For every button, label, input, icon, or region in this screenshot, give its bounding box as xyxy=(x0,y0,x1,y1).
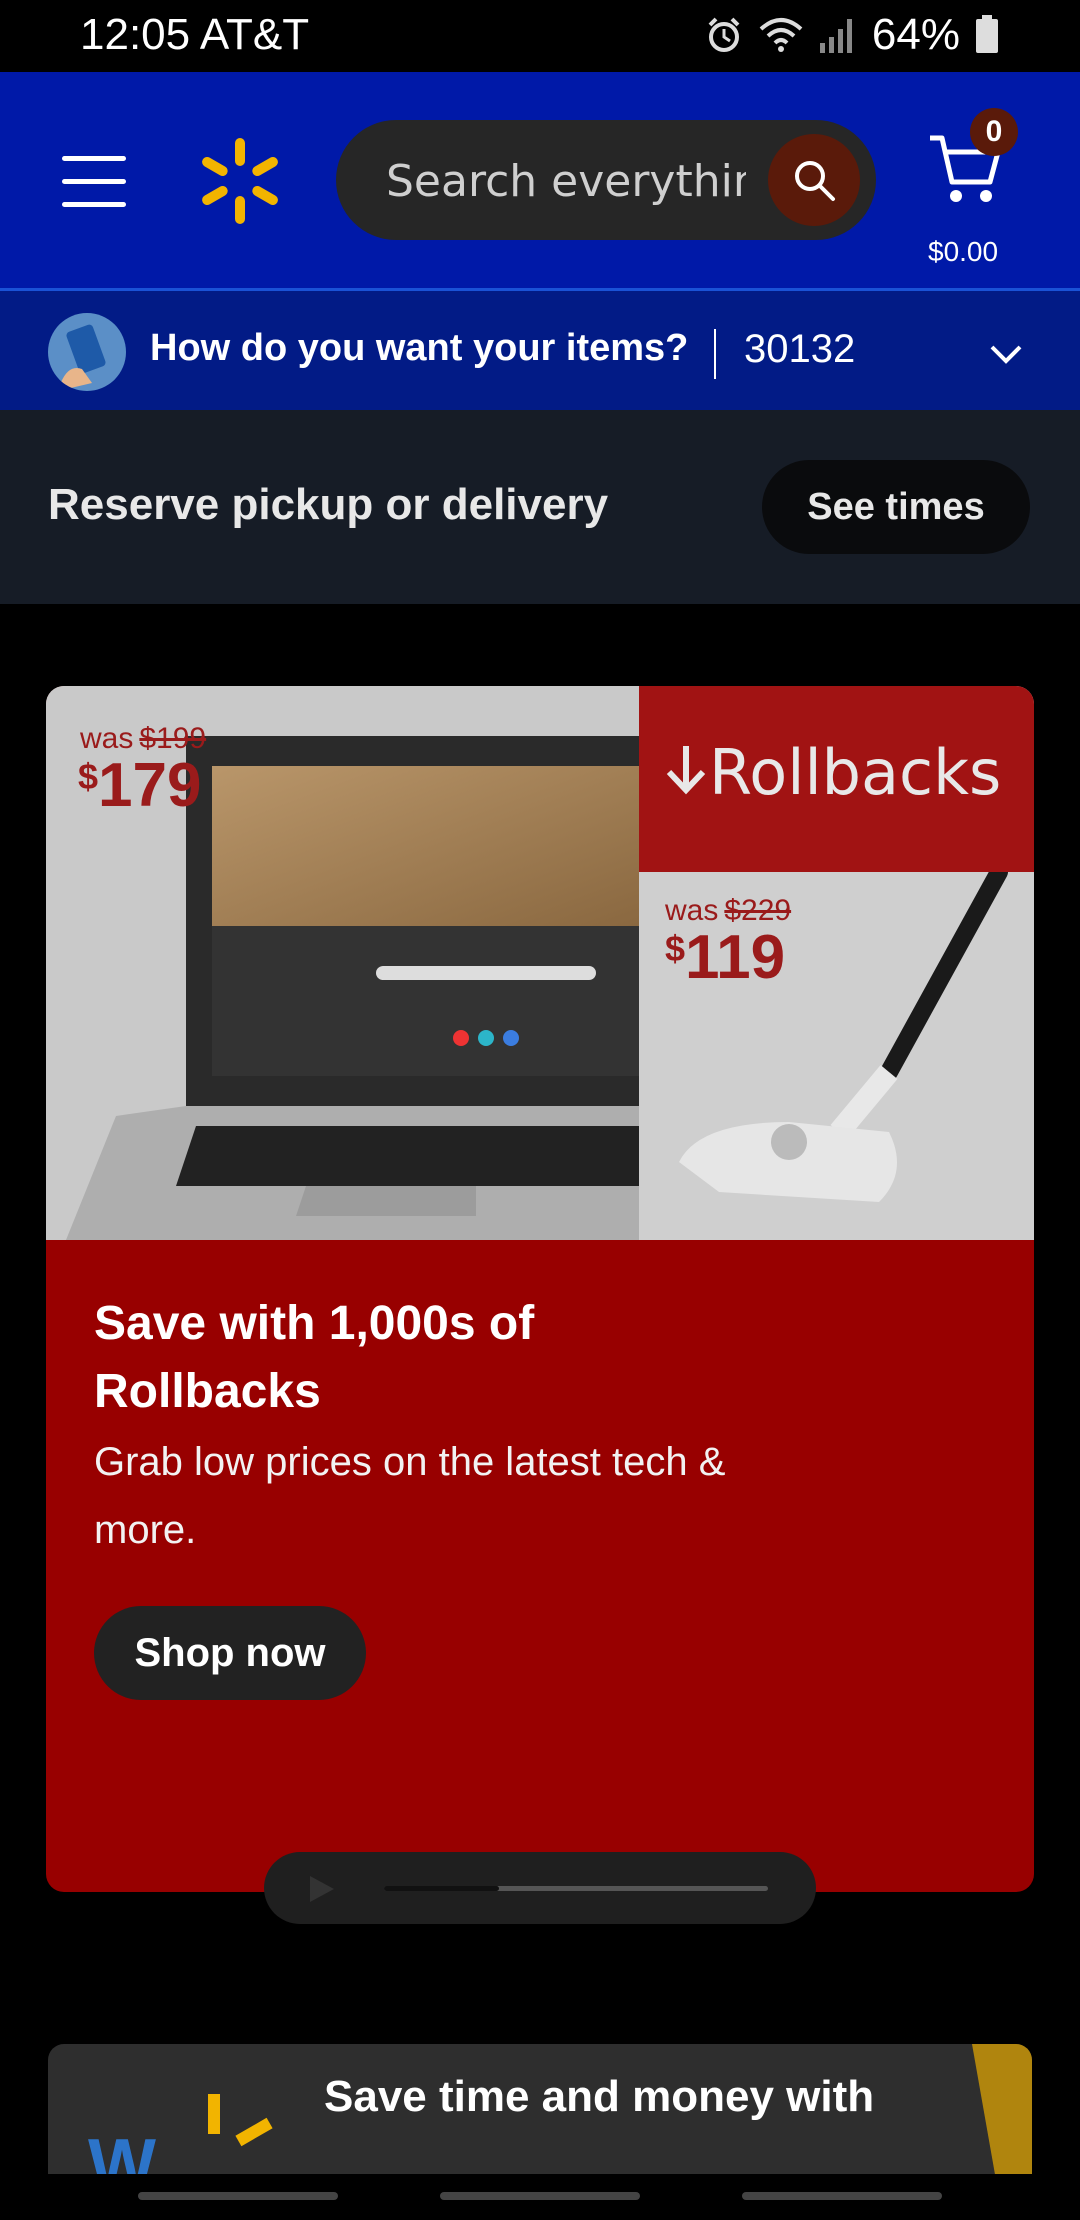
laptop-panel: was $199 $179 xyxy=(46,686,639,1240)
reserve-section: Reserve pickup or delivery See times xyxy=(0,410,1080,604)
signal-icon xyxy=(819,19,852,53)
nav-gesture-bar xyxy=(0,2174,1080,2220)
search-bar xyxy=(336,120,876,242)
laptop-price: $179 xyxy=(78,751,202,820)
cart-count-badge: 0 xyxy=(970,108,1018,156)
search-input[interactable] xyxy=(384,120,748,242)
promo-subtitle: Grab low prices on the latest tech & mor… xyxy=(94,1440,726,1552)
carousel-progress[interactable] xyxy=(384,1886,768,1891)
wifi-icon xyxy=(759,18,803,52)
fulfillment-phone-icon xyxy=(48,313,126,391)
see-times-button[interactable]: See times xyxy=(762,460,1030,554)
down-arrow-icon xyxy=(666,746,706,795)
promo-title: Save with 1,000s of Rollbacks xyxy=(94,1297,535,1418)
carousel-control xyxy=(264,1852,816,1924)
rollbacks-promo-card[interactable]: was $199 $179 Rollbacks was $229 $119 Save… xyxy=(46,686,1034,1892)
cart-button[interactable]: 0 $0.00 xyxy=(918,108,1058,268)
battery-icon xyxy=(976,15,998,53)
rollbacks-banner: Rollbacks xyxy=(639,686,1034,872)
status-time: 12:05 xyxy=(80,10,191,59)
alarm-icon xyxy=(708,17,740,52)
walmart-spark-icon[interactable] xyxy=(198,136,282,226)
status-carrier: AT&T xyxy=(199,10,310,59)
search-icon xyxy=(795,161,835,201)
fulfillment-question: How do you want your items? xyxy=(150,327,689,369)
cart-total: $0.00 xyxy=(928,236,999,267)
fulfillment-selector[interactable]: How do you want your items? 30132 xyxy=(0,288,1080,410)
status-left: 12:05 AT&T xyxy=(80,10,309,60)
search-button[interactable] xyxy=(768,134,860,226)
battery-percent: 64% xyxy=(871,10,960,59)
vacuum-price: $119 xyxy=(665,923,786,992)
promo-image: was $199 $179 Rollbacks was $229 $119 xyxy=(46,686,1034,1240)
walmart-plus-text: Save time and money with xyxy=(324,2072,875,2121)
vacuum-panel: was $229 $119 xyxy=(639,872,1034,1240)
divider xyxy=(714,329,716,379)
carousel-progress-fill xyxy=(384,1886,500,1891)
shop-now-button[interactable]: Shop now xyxy=(94,1606,366,1700)
nav-home-gesture[interactable] xyxy=(440,2192,640,2200)
spark-accent-icon xyxy=(208,2094,273,2147)
nav-recent-gesture[interactable] xyxy=(742,2192,942,2200)
play-icon[interactable] xyxy=(308,1874,336,1904)
fulfillment-zip: 30132 xyxy=(744,327,856,371)
status-right: 64% xyxy=(704,10,1000,60)
rollbacks-label: Rollbacks xyxy=(709,736,1002,809)
hamburger-icon[interactable] xyxy=(62,156,126,208)
chevron-down-icon[interactable] xyxy=(986,335,1026,375)
status-bar: 12:05 AT&T 64% xyxy=(0,0,1080,72)
app-header: 0 $0.00 xyxy=(0,72,1080,288)
reserve-text: Reserve pickup or delivery xyxy=(48,480,609,529)
nav-back-gesture[interactable] xyxy=(138,2192,338,2200)
